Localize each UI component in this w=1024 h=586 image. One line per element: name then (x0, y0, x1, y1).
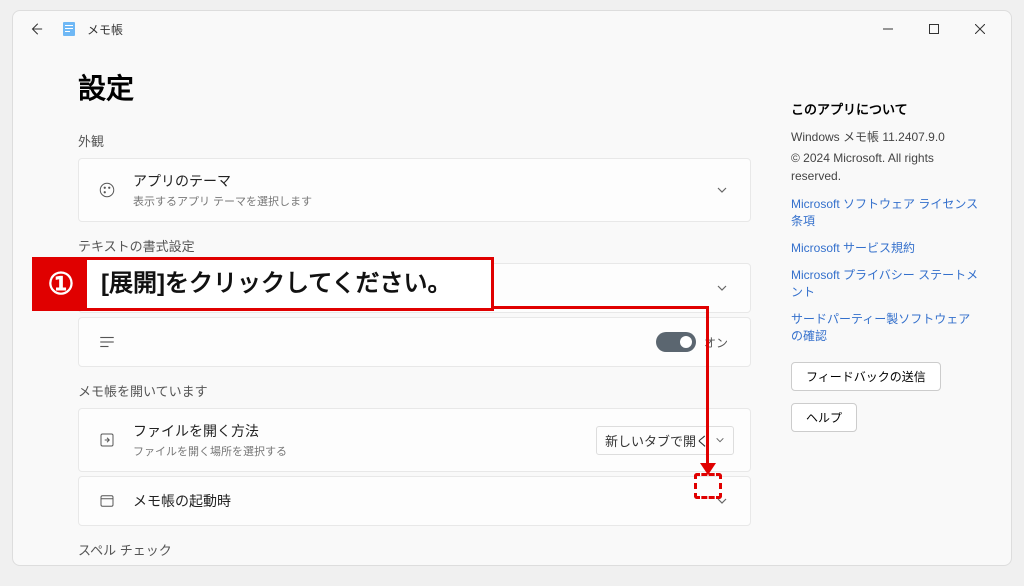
feedback-button[interactable]: フィードバックの送信 (791, 362, 941, 391)
maximize-button[interactable] (911, 13, 957, 45)
app-title: メモ帳 (87, 21, 123, 38)
privacy-link[interactable]: Microsoft プライバシー ステートメント (791, 266, 981, 300)
titlebar-left: メモ帳 (21, 14, 865, 44)
chevron-down-icon[interactable] (710, 184, 734, 196)
startup-card[interactable]: メモ帳の起動時 (78, 476, 751, 526)
window-controls (865, 13, 1003, 45)
wrap-icon (95, 333, 119, 351)
open-subtitle: ファイルを開く場所を選択する (133, 443, 596, 459)
theme-subtitle: 表示するアプリ テーマを選択します (133, 193, 710, 209)
annotation-target-box (694, 473, 722, 499)
annotation-callout: ① [展開]をクリックしてください。 (32, 257, 494, 311)
annotation-text: [展開]をクリックしてください。 (87, 260, 466, 308)
theme-card[interactable]: アプリのテーマ 表示するアプリ テーマを選択します (78, 158, 751, 222)
open-icon (95, 431, 119, 449)
sidebar: このアプリについて Windows メモ帳 11.2407.9.0 © 2024… (781, 47, 991, 565)
back-button[interactable] (21, 14, 51, 44)
thirdparty-link[interactable]: サードパーティー製ソフトウェアの確認 (791, 310, 981, 344)
page-title: 設定 (78, 67, 751, 107)
theme-title: アプリのテーマ (133, 171, 710, 191)
wrap-toggle[interactable] (656, 332, 696, 352)
open-method-value: 新しいタブで開く (605, 431, 709, 450)
wrap-card[interactable]: オン (78, 317, 751, 367)
minimize-button[interactable] (865, 13, 911, 45)
theme-text: アプリのテーマ 表示するアプリ テーマを選択します (133, 171, 710, 209)
help-button[interactable]: ヘルプ (791, 403, 857, 432)
copyright-text: © 2024 Microsoft. All rights reserved. (791, 149, 981, 185)
startup-icon (95, 492, 119, 510)
palette-icon (95, 181, 119, 199)
services-link[interactable]: Microsoft サービス規約 (791, 239, 981, 256)
section-appearance-label: 外観 (78, 131, 751, 150)
chevron-down-icon[interactable] (710, 282, 734, 294)
section-spell-label: スペル チェック (78, 540, 751, 559)
annotation-arrow-v (706, 308, 709, 466)
titlebar: メモ帳 (13, 11, 1011, 47)
license-link[interactable]: Microsoft ソフトウェア ライセンス条項 (791, 195, 981, 229)
about-title: このアプリについて (791, 99, 981, 118)
open-method-dropdown[interactable]: 新しいタブで開く (596, 426, 734, 455)
annotation-arrow-h (494, 306, 709, 309)
version-text: Windows メモ帳 11.2407.9.0 (791, 128, 981, 146)
startup-title: メモ帳の起動時 (133, 491, 710, 511)
annotation-number: ① (35, 260, 87, 308)
section-textformat-label: テキストの書式設定 (78, 236, 751, 255)
app-window: メモ帳 設定 外観 アプリのテーマ 表示するアプリ テーマを選択します テキスト… (12, 10, 1012, 566)
close-button[interactable] (957, 13, 1003, 45)
notepad-icon (61, 21, 77, 37)
open-title: ファイルを開く方法 (133, 421, 596, 441)
open-text: ファイルを開く方法 ファイルを開く場所を選択する (133, 421, 596, 459)
section-opening-label: メモ帳を開いています (78, 381, 751, 400)
open-method-card[interactable]: ファイルを開く方法 ファイルを開く場所を選択する 新しいタブで開く (78, 408, 751, 472)
startup-text: メモ帳の起動時 (133, 491, 710, 511)
